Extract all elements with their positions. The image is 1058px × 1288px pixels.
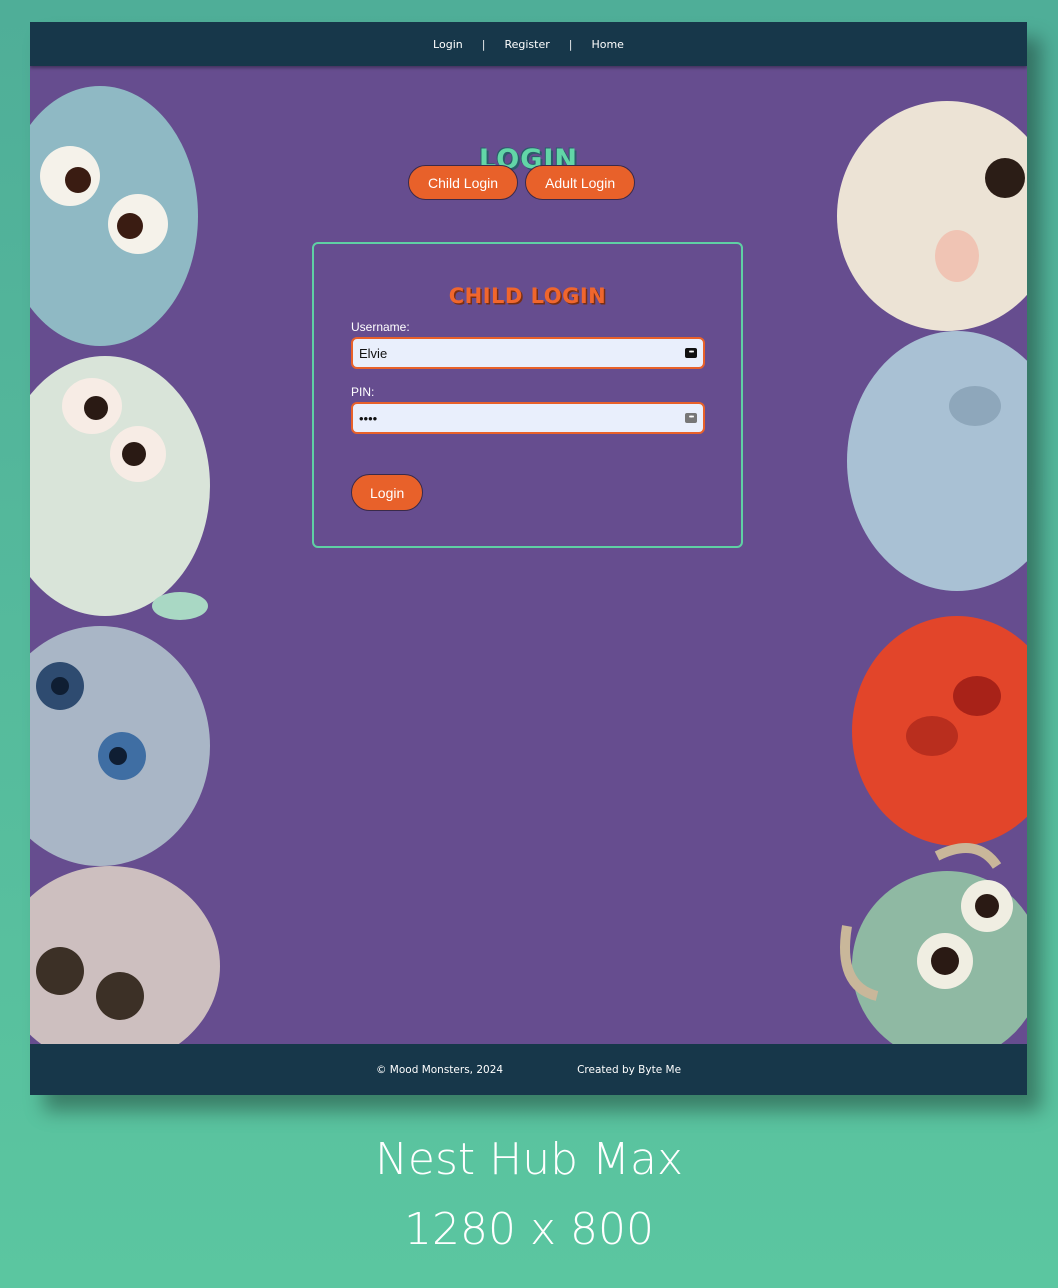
device-frame: Login | Register | Home LOGIN Child Logi…	[30, 22, 1027, 1095]
username-field-wrapper: •••	[351, 337, 705, 369]
footer-credit: Created by Byte Me	[577, 1063, 682, 1076]
password-manager-icon[interactable]: •••	[685, 413, 697, 423]
pin-field-wrapper: •••• •••	[351, 402, 705, 434]
right-monster-column	[837, 101, 1027, 1044]
footer-copyright: © Mood Monsters, 2024	[375, 1063, 504, 1076]
top-nav: Login | Register | Home	[30, 22, 1027, 66]
nav-home-link[interactable]: Home	[591, 38, 623, 51]
login-submit-button[interactable]: Login	[351, 474, 424, 511]
blue-spiky-monster-image	[30, 86, 198, 346]
footer: © Mood Monsters, 2024 Created by Byte Me	[30, 1044, 1027, 1095]
pin-label: PIN:	[351, 385, 375, 399]
pink-fluffy-monster-image	[30, 866, 220, 1044]
resolution-caption: 1280 x 800	[404, 1204, 654, 1255]
password-manager-icon[interactable]: •••	[685, 348, 697, 358]
grey-blue-monster-image	[30, 626, 210, 866]
pale-blue-grumpy-monster-image	[847, 331, 1027, 591]
nav-login-link[interactable]: Login	[433, 38, 463, 51]
device-name-caption: Nest Hub Max	[375, 1134, 683, 1185]
cream-fluffy-monster-image	[837, 101, 1027, 331]
child-login-form: CHILD LOGIN Username: ••• PIN: •••• ••• …	[312, 242, 743, 548]
form-title: CHILD LOGIN	[448, 284, 607, 308]
adult-login-tab[interactable]: Adult Login	[525, 165, 636, 200]
main-content: LOGIN Child Login Adult Login CHILD LOGI…	[30, 66, 1027, 1044]
child-login-tab[interactable]: Child Login	[408, 165, 519, 200]
username-input[interactable]	[359, 345, 685, 361]
pin-input[interactable]: ••••	[359, 411, 685, 426]
login-type-tabs: Child Login Adult Login	[408, 165, 636, 200]
white-furry-monster-image	[30, 356, 210, 620]
nav-separator: |	[481, 37, 486, 51]
nav-separator: |	[568, 37, 573, 51]
left-monster-column	[30, 86, 220, 1044]
red-furry-angry-monster-image	[852, 616, 1027, 846]
nav-register-link[interactable]: Register	[504, 38, 549, 51]
green-horned-monster-image	[840, 843, 1027, 1044]
username-label: Username:	[351, 320, 410, 334]
